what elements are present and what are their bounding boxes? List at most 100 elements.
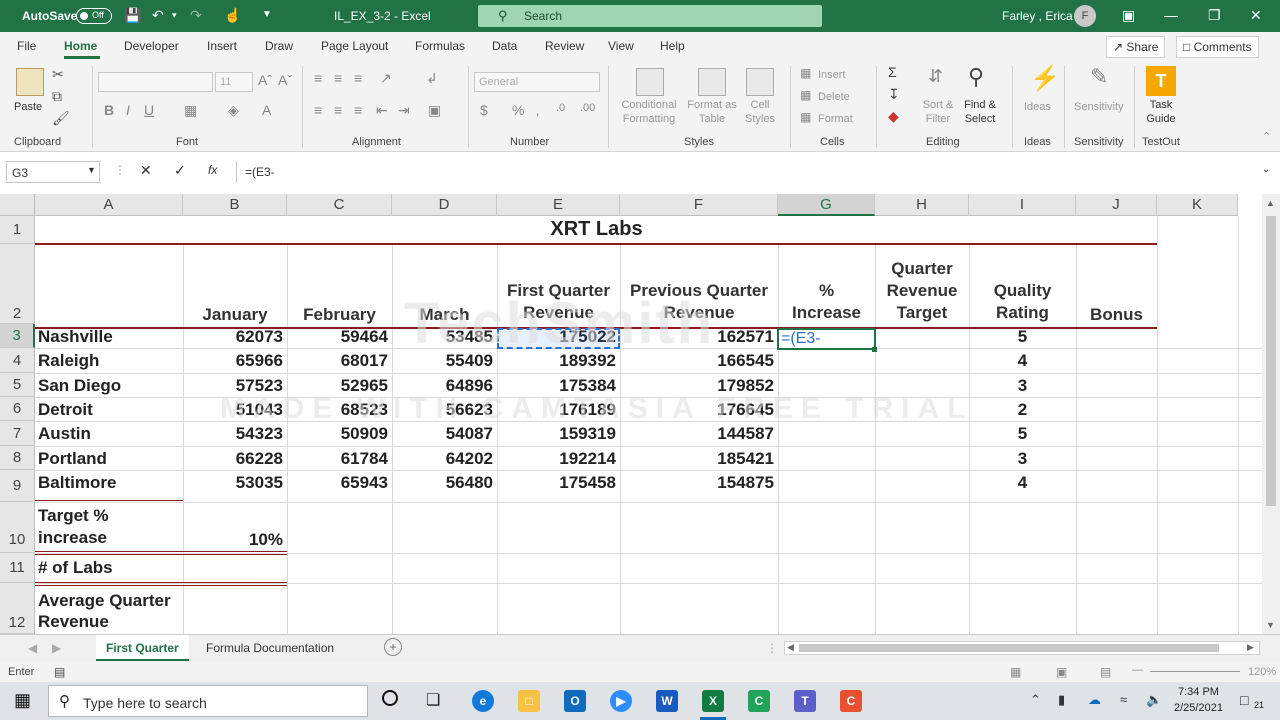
january-cell[interactable]: 65966 [183, 351, 283, 371]
save-icon[interactable]: 💾 [124, 7, 141, 23]
previous-quarter-cell[interactable]: 144587 [620, 424, 774, 444]
row-header-3[interactable]: 3 [0, 324, 35, 348]
onedrive-icon[interactable]: ☁ [1088, 692, 1101, 708]
paste-button[interactable]: Paste [14, 100, 42, 114]
format-painter-icon[interactable]: 🖌 [52, 110, 70, 127]
zoom-slider[interactable] [1150, 671, 1240, 672]
number-format-dropdown[interactable]: General [474, 72, 600, 92]
city-cell[interactable]: Raleigh [38, 351, 178, 371]
restore-icon[interactable]: ❐ [1208, 7, 1221, 23]
january-cell[interactable]: 53035 [183, 473, 283, 493]
tab-home[interactable]: Home [64, 39, 97, 53]
autosum-icon[interactable]: Σ [888, 64, 897, 80]
horizontal-scrollbar[interactable]: ◀ ▶ [784, 641, 1260, 655]
confirm-entry-icon[interactable]: ✓ [174, 162, 186, 179]
copy-icon[interactable]: ⧉ [52, 88, 62, 105]
file-explorer-icon[interactable]: □ [518, 690, 540, 712]
column-header-d[interactable]: D [392, 194, 497, 216]
percent-icon[interactable]: % [512, 102, 524, 118]
excel-icon[interactable]: X [702, 690, 724, 712]
row-header-10[interactable]: 10 [0, 502, 35, 553]
march-cell[interactable]: 56623 [392, 400, 493, 420]
windows-start-icon[interactable]: ▦ [14, 690, 31, 711]
target-value[interactable]: 10% [183, 530, 283, 550]
row-header-8[interactable]: 8 [0, 446, 35, 470]
march-cell[interactable]: 53485 [392, 327, 493, 347]
sensitivity-button[interactable]: Sensitivity [1074, 100, 1124, 114]
city-cell[interactable]: Baltimore [38, 473, 178, 493]
row-header-11[interactable]: 11 [0, 553, 35, 583]
increase-font-icon[interactable]: Aˆ [258, 72, 272, 88]
fill-handle[interactable] [872, 347, 877, 352]
share-button[interactable]: ↗ Share [1106, 36, 1166, 58]
comma-icon[interactable]: ‚ [536, 102, 539, 118]
comments-button[interactable]: □ Comments [1176, 36, 1259, 58]
minimize-icon[interactable]: — [1164, 7, 1178, 23]
tab-developer[interactable]: Developer [124, 39, 179, 53]
currency-icon[interactable]: $ [480, 102, 488, 118]
tab-insert[interactable]: Insert [207, 39, 237, 53]
orientation-icon[interactable]: ↗ [380, 70, 392, 87]
tab-data[interactable]: Data [492, 39, 517, 53]
clear-icon[interactable]: ◆ [888, 108, 899, 125]
word-icon[interactable]: W [656, 690, 678, 712]
customize-qat-icon[interactable]: ▼ [262, 7, 272, 23]
collapse-ribbon-icon[interactable]: ⌃ [1262, 130, 1271, 143]
accessibility-icon[interactable]: ▤ [54, 665, 65, 679]
align-middle-icon[interactable]: ≡ [334, 70, 342, 86]
quality-rating-cell[interactable]: 4 [969, 351, 1076, 371]
format-as-table-button[interactable]: Format as Table [684, 98, 740, 126]
task-view-icon[interactable]: ❏ [426, 690, 440, 710]
march-cell[interactable]: 54087 [392, 424, 493, 444]
row-header-1[interactable]: 1 [0, 216, 35, 244]
conditional-formatting-button[interactable]: Conditional Formatting [616, 98, 682, 126]
february-cell[interactable]: 50909 [287, 424, 388, 444]
clock-time[interactable]: 7:34 PM [1178, 686, 1219, 698]
row-header-12[interactable]: 12 [0, 583, 35, 634]
clock-date[interactable]: 2/25/2021 [1174, 702, 1223, 714]
cortana-icon[interactable] [382, 690, 398, 706]
first-quarter-cell[interactable]: 192214 [497, 449, 616, 469]
volume-icon[interactable]: 🔈 [1146, 692, 1162, 708]
march-cell[interactable]: 56480 [392, 473, 493, 493]
fill-icon[interactable]: ↧ [888, 86, 900, 103]
january-cell[interactable]: 57523 [183, 376, 283, 396]
task-guide-button[interactable]: Task Guide [1146, 98, 1176, 126]
first-quarter-cell[interactable]: 175384 [497, 376, 616, 396]
march-cell[interactable]: 64202 [392, 449, 493, 469]
row-header-5[interactable]: 5 [0, 373, 35, 397]
outlook-icon[interactable]: O [564, 690, 586, 712]
tab-review[interactable]: Review [545, 39, 584, 53]
february-cell[interactable]: 65943 [287, 473, 388, 493]
tab-file[interactable]: File [17, 39, 36, 53]
tab-formulas[interactable]: Formulas [415, 39, 465, 53]
worksheet-grid[interactable]: A B C D E F G H I J K 1 2 3 4 5 6 7 8 9 … [0, 194, 1280, 634]
previous-quarter-cell[interactable]: 179852 [620, 376, 774, 396]
camtasia-green-icon[interactable]: C [748, 690, 770, 712]
wrap-text-icon[interactable]: ↲ [426, 70, 438, 87]
sheet-tab-first-quarter[interactable]: First Quarter [96, 635, 189, 661]
ideas-button[interactable]: Ideas [1024, 100, 1051, 114]
scrollbar-thumb[interactable] [1266, 216, 1276, 506]
row-header-4[interactable]: 4 [0, 348, 35, 373]
scroll-down-icon[interactable]: ▼ [1266, 620, 1275, 630]
tray-expand-icon[interactable]: ⌃ [1030, 692, 1041, 708]
delete-cells-button[interactable]: Delete [818, 90, 850, 104]
column-header-f[interactable]: F [620, 194, 778, 216]
quality-rating-cell[interactable]: 5 [969, 327, 1076, 347]
insert-function-icon[interactable]: fx [208, 163, 217, 177]
underline-icon[interactable]: U [144, 102, 154, 118]
sort-filter-button[interactable]: Sort & Filter [918, 98, 958, 126]
sheet-tab-formula-documentation[interactable]: Formula Documentation [196, 635, 344, 661]
font-name-dropdown[interactable] [98, 72, 213, 92]
zoom-app-icon[interactable]: ▶ [610, 690, 632, 712]
edge-icon[interactable]: e [472, 690, 494, 712]
page-layout-view-icon[interactable]: ▣ [1056, 665, 1067, 679]
first-quarter-cell[interactable]: 159319 [497, 424, 616, 444]
prev-sheet-icon[interactable]: ◀ [28, 641, 37, 655]
tab-draw[interactable]: Draw [265, 39, 293, 53]
column-header-e[interactable]: E [497, 194, 620, 216]
cut-icon[interactable]: ✂ [52, 66, 64, 83]
increase-indent-icon[interactable]: ⇥ [398, 102, 410, 119]
previous-quarter-cell[interactable]: 185421 [620, 449, 774, 469]
